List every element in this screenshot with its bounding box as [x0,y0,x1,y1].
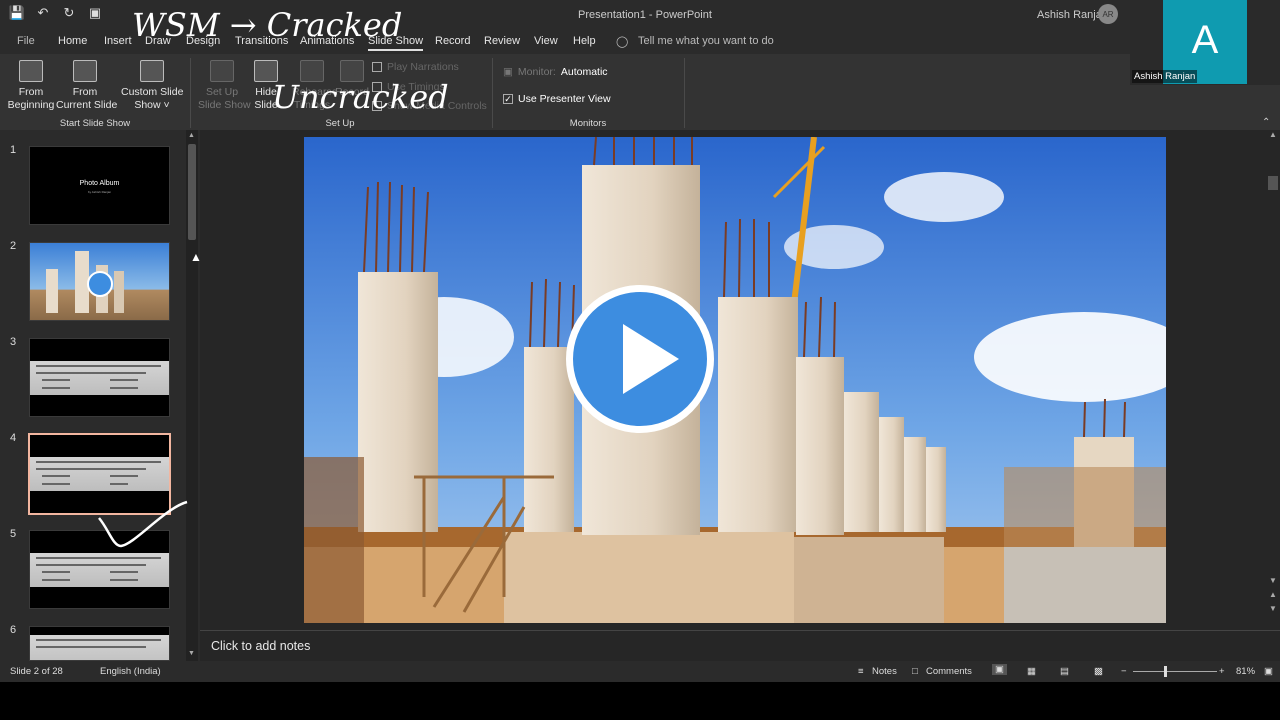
slide-thumbnail-6[interactable] [29,626,170,661]
scroll-down-icon[interactable]: ▼ [1269,576,1277,585]
group-label-start: Start Slide Show [59,118,131,129]
monitor-select[interactable]: ▣ Monitor: Automatic [503,66,608,78]
scrollbar-thumb[interactable] [1268,176,1278,190]
ink-checkmark-icon [98,500,188,548]
redo-icon[interactable]: ↻ [60,5,78,21]
from-current-slide-button[interactable]: From Current Slide [56,58,117,112]
checkmark-icon: ✓ [503,94,513,104]
thumb-play-icon [87,271,113,297]
thumb-number: 2 [10,240,17,252]
notes-placeholder[interactable]: Click to add notes [211,639,310,653]
thumb-question-text [30,457,169,491]
thumb-question-text [30,553,169,587]
notes-pane[interactable]: Click to add notes [200,630,1280,661]
mouse-cursor-icon: ▲ [190,250,202,264]
comments-toggle[interactable]: Comments [926,666,972,677]
zoom-level[interactable]: 81% [1236,666,1255,677]
slide-thumbnail-2[interactable] [29,242,170,321]
status-bar: Slide 2 of 28 English (India) ≡ Notes □ … [0,661,1280,682]
use-presenter-view-checkbox[interactable]: ✓ Use Presenter View [503,93,611,105]
slide-show-view-icon[interactable]: ▩ [1094,666,1103,677]
scroll-up-icon[interactable]: ▲ [188,132,195,139]
notes-toggle[interactable]: Notes [872,666,897,677]
scroll-up-icon[interactable]: ▲ [1269,130,1277,139]
thumb-pillar [46,269,58,313]
quick-access-toolbar: 💾 ↶ ↻ ▣ [8,5,104,21]
monitor-icon: ▣ [503,66,513,78]
slide-thumbnail-3[interactable] [29,338,170,417]
normal-view-icon[interactable]: ▣ [992,664,1007,675]
present-icon[interactable]: ▣ [86,5,104,21]
slide-thumbnails-panel: 1 Photo Album by Ashish Ranjan 2 3 4 5 6 [0,130,200,661]
thumb-question-text [30,361,169,395]
tab-file[interactable]: File [17,35,35,47]
screen-bottom-border [0,682,1280,720]
play-icon [623,324,679,394]
custom-show-icon [140,60,164,82]
tab-view[interactable]: View [534,35,558,47]
construction-photo [304,137,1166,623]
ink-annotation-uncracked: Uncracked [272,78,449,116]
thumb-pillar [114,271,124,313]
play-from-start-icon [19,60,43,82]
slide-counter: Slide 2 of 28 [10,666,63,677]
thumb-number: 3 [10,336,17,348]
thumbnails-scrollbar[interactable]: ▲ ▼ [186,130,198,661]
from-beginning-button[interactable]: From Beginning [6,58,56,112]
zoom-slider[interactable] [1133,671,1217,672]
thumb-number: 6 [10,624,17,636]
tab-help[interactable]: Help [573,35,596,47]
thumb-question-text [30,635,169,660]
document-title: Presentation1 - PowerPoint [578,9,712,21]
tab-home[interactable]: Home [58,35,87,47]
scrollbar-thumb[interactable] [188,144,196,240]
thumb-number: 1 [10,144,17,156]
zoom-slider-thumb[interactable] [1164,666,1167,677]
play-video-button[interactable] [566,285,714,433]
scroll-down-icon[interactable]: ▼ [188,650,195,657]
tab-review[interactable]: Review [484,35,520,47]
webcam-name: Ashish Ranjan [1132,70,1198,83]
slide-thumbnail-1[interactable]: Photo Album by Ashish Ranjan [29,146,170,225]
play-narrations-checkbox[interactable]: Play Narrations [372,61,459,73]
ribbon: From Beginning From Current Slide Custom… [0,54,1280,130]
tab-record[interactable]: Record [435,35,470,47]
editor-scrollbar[interactable]: ▲ ▼ ▲ ▼ [1266,130,1280,630]
avatar[interactable]: AR [1098,4,1118,24]
play-from-current-icon [73,60,97,82]
comments-icon[interactable]: □ [912,666,918,677]
ink-annotation-cracked: WSM → Cracked [132,6,403,44]
language-indicator[interactable]: English (India) [100,666,161,677]
zoom-in-icon[interactable]: + [1219,666,1225,677]
custom-slide-show-button[interactable]: Custom Slide Show ˅ [121,58,183,112]
undo-icon[interactable]: ↶ [34,5,52,21]
previous-slide-icon[interactable]: ▲ [1269,590,1277,599]
setup-icon [210,60,234,82]
tell-me-search[interactable]: Tell me what you want to do [638,35,774,47]
save-icon[interactable]: 💾 [8,5,26,21]
notes-icon[interactable]: ≡ [858,666,864,677]
thumb-number: 4 [10,432,17,444]
set-up-slide-show-button[interactable]: Set Up Slide Show [198,58,251,112]
reading-view-icon[interactable]: ▤ [1060,666,1069,677]
group-label-setup: Set Up [325,118,355,129]
zoom-out-icon[interactable]: − [1121,666,1127,677]
lightbulb-icon: ◯ [616,36,629,48]
slide-sorter-icon[interactable]: ▦ [1027,666,1036,677]
next-slide-icon[interactable]: ▼ [1269,604,1277,613]
collapse-ribbon-icon[interactable]: ⌃ [1262,117,1270,128]
ribbon-divider [684,58,685,128]
ribbon-divider [190,58,191,128]
group-label-monitors: Monitors [569,118,607,129]
fit-to-window-icon[interactable]: ▣ [1264,666,1273,677]
ribbon-divider [492,58,493,128]
slide-canvas[interactable] [304,137,1166,623]
thumb-number: 5 [10,528,17,540]
tab-insert[interactable]: Insert [104,35,132,47]
